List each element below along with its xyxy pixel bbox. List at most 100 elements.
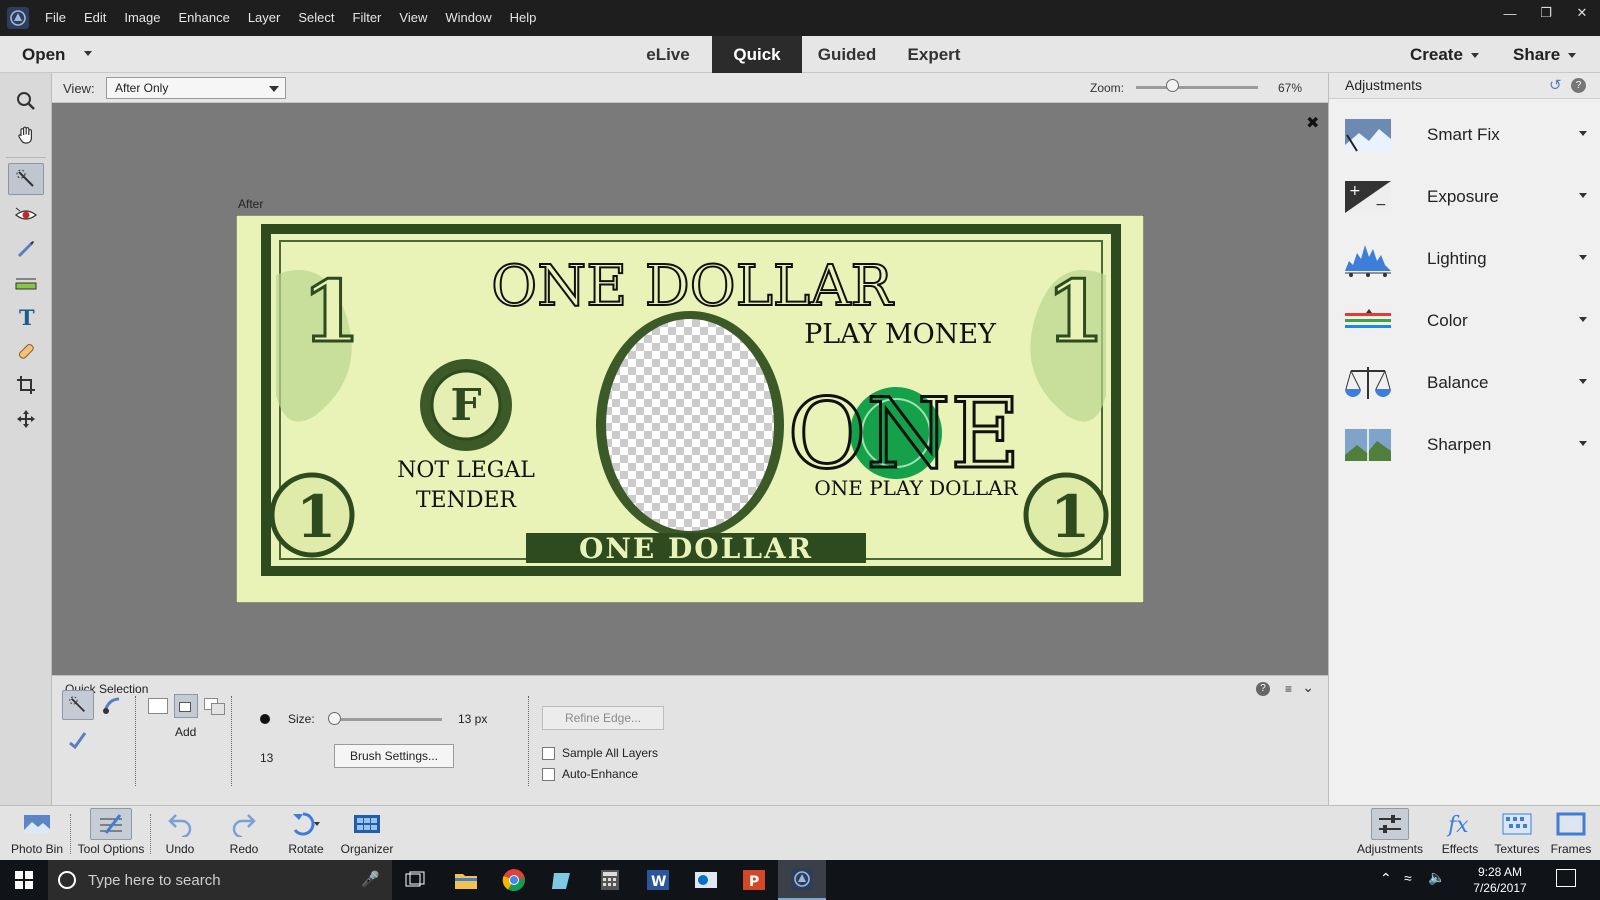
undo-button[interactable]: Undo <box>156 806 204 861</box>
effects-button[interactable]: fx Effects <box>1436 806 1484 861</box>
new-selection-icon[interactable] <box>148 698 168 714</box>
auto-selection-option-icon[interactable] <box>62 724 94 754</box>
collapse-chevron-icon[interactable]: ⌄ <box>1302 679 1314 696</box>
adjustment-label: Lighting <box>1427 249 1487 268</box>
subtract-selection-icon[interactable] <box>204 698 226 715</box>
red-eye-tool-icon[interactable] <box>8 199 44 231</box>
view-select[interactable]: After Only <box>106 77 286 99</box>
photoshop-elements-icon[interactable] <box>778 860 826 900</box>
corner-numeral-bottom-right: 1 <box>1050 483 1090 551</box>
create-menu[interactable]: Create <box>1410 36 1479 73</box>
zoom-tool-icon[interactable] <box>8 85 44 117</box>
menu-help[interactable]: Help <box>501 0 546 36</box>
adjustments-button[interactable]: Adjustments <box>1354 806 1426 861</box>
bottom-separator <box>70 814 71 854</box>
frames-button[interactable]: Frames <box>1548 806 1594 861</box>
tab-elive[interactable]: eLive <box>630 36 706 73</box>
quick-selection-tool-icon[interactable] <box>8 163 44 195</box>
word-icon[interactable]: W <box>634 860 682 900</box>
photo-bin-button[interactable]: Photo Bin <box>8 806 66 861</box>
file-explorer-icon[interactable] <box>442 860 490 900</box>
rotate-button[interactable]: Rotate <box>282 806 330 861</box>
adjustment-smart-fix[interactable]: Smart Fix <box>1329 103 1600 165</box>
action-center-icon[interactable] <box>1556 869 1576 887</box>
panel-menu-icon[interactable]: ≡ <box>1285 682 1292 696</box>
notes-app-icon[interactable] <box>538 860 586 900</box>
adjustment-balance[interactable]: Balance <box>1329 351 1600 413</box>
adjustment-sharpen[interactable]: Sharpen <box>1329 413 1600 475</box>
adjustments-icon-bg <box>1371 808 1409 840</box>
spot-healing-tool-icon[interactable] <box>8 335 44 367</box>
auto-enhance-checkbox[interactable] <box>542 768 555 781</box>
tab-expert[interactable]: Expert <box>894 36 974 73</box>
whiten-teeth-tool-icon[interactable] <box>8 233 44 265</box>
canvas-area[interactable]: ✖ After 1 1 1 1 ONE DOLLAR PLAY MONEY F … <box>52 103 1328 675</box>
menu-view[interactable]: View <box>390 0 436 36</box>
size-slider-thumb[interactable] <box>328 712 341 725</box>
type-tool-icon[interactable]: T <box>8 301 44 333</box>
brush-settings-button[interactable]: Brush Settings... <box>334 744 454 768</box>
wifi-icon[interactable]: ≈ <box>1404 870 1412 886</box>
menu-file[interactable]: File <box>36 0 75 36</box>
adjustment-lighting[interactable]: Lighting <box>1329 227 1600 289</box>
bill-not-legal: NOT LEGAL <box>397 458 535 483</box>
help-icon[interactable]: ? <box>1256 682 1270 696</box>
zoom-slider-track[interactable] <box>1136 86 1258 89</box>
open-dropdown-icon[interactable] <box>84 51 92 56</box>
reset-icon[interactable]: ↺ <box>1549 76 1562 94</box>
restore-icon[interactable]: ❐ <box>1528 0 1564 26</box>
chevron-down-icon <box>1579 255 1587 260</box>
menu-window[interactable]: Window <box>436 0 500 36</box>
refine-edge-button[interactable]: Refine Edge... <box>542 706 664 730</box>
straighten-tool-icon[interactable] <box>8 267 44 299</box>
adjustment-exposure[interactable]: + − Exposure <box>1329 165 1600 227</box>
adjustment-label: Smart Fix <box>1427 125 1500 144</box>
menu-enhance[interactable]: Enhance <box>170 0 239 36</box>
powerpoint-icon[interactable]: P <box>730 860 778 900</box>
menu-edit[interactable]: Edit <box>75 0 115 36</box>
calculator-icon[interactable] <box>586 860 634 900</box>
outlook-icon[interactable] <box>682 860 730 900</box>
close-window-icon[interactable]: ✕ <box>1564 0 1600 26</box>
adjustment-color[interactable]: Color <box>1329 289 1600 351</box>
microphone-icon[interactable]: 🎤 <box>361 870 380 888</box>
tray-chevron-up-icon[interactable]: ⌃ <box>1380 870 1392 887</box>
volume-icon[interactable]: 🔈 <box>1428 869 1445 886</box>
zoom-value: 67% <box>1278 81 1303 95</box>
zoom-slider-thumb[interactable] <box>1166 79 1179 92</box>
smart-fix-icon <box>1345 119 1391 152</box>
taskbar-search-input[interactable]: Type here to search 🎤 <box>48 860 392 900</box>
menu-layer[interactable]: Layer <box>239 0 290 36</box>
tool-options-button[interactable]: Tool Options <box>74 806 148 861</box>
help-icon[interactable]: ? <box>1571 78 1586 93</box>
quick-selection-option-icon[interactable] <box>62 690 94 720</box>
crop-tool-icon[interactable] <box>8 369 44 401</box>
auto-enhance-label: Auto-Enhance <box>562 767 639 781</box>
tab-guided[interactable]: Guided <box>806 36 888 73</box>
move-tool-icon[interactable] <box>8 403 44 435</box>
chrome-icon[interactable] <box>490 860 538 900</box>
play-money-image[interactable]: 1 1 1 1 ONE DOLLAR PLAY MONEY F NOT LEGA… <box>236 215 1144 603</box>
tab-quick[interactable]: Quick <box>712 36 802 73</box>
open-button[interactable]: Open <box>22 36 65 73</box>
menu-select[interactable]: Select <box>289 0 343 36</box>
menu-filter[interactable]: Filter <box>344 0 391 36</box>
hand-tool-icon[interactable] <box>8 119 44 151</box>
add-to-selection-icon[interactable] <box>174 694 198 718</box>
taskbar-clock[interactable]: 9:28 AM 7/26/2017 <box>1468 864 1532 896</box>
size-slider-track[interactable] <box>330 718 442 721</box>
redo-label: Redo <box>229 842 259 856</box>
share-menu[interactable]: Share <box>1513 36 1577 73</box>
sample-all-layers-checkbox[interactable] <box>542 747 555 760</box>
minimize-icon[interactable]: — <box>1492 0 1528 26</box>
organizer-button[interactable]: Organizer <box>338 806 396 861</box>
menu-image[interactable]: Image <box>115 0 169 36</box>
task-view-icon[interactable] <box>392 860 440 900</box>
selection-brush-option-icon[interactable] <box>96 690 128 720</box>
share-label: Share <box>1513 45 1561 64</box>
app-logo-icon <box>0 0 36 36</box>
windows-start-icon[interactable] <box>0 860 48 900</box>
textures-button[interactable]: Textures <box>1490 806 1544 861</box>
close-document-icon[interactable]: ✖ <box>1306 113 1319 133</box>
redo-button[interactable]: Redo <box>220 806 268 861</box>
